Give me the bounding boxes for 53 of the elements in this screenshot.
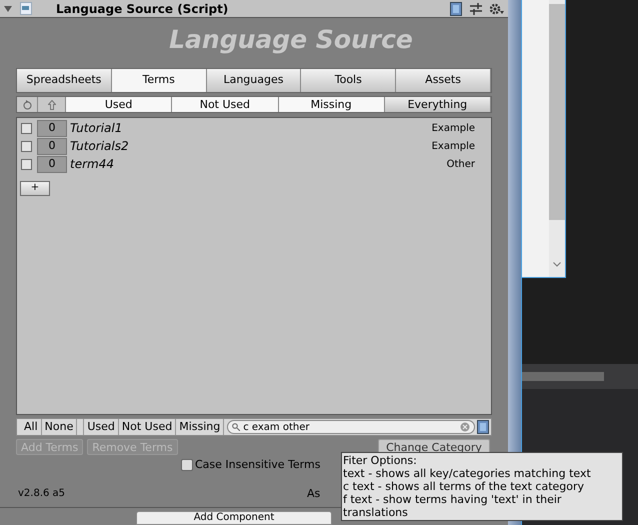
filter-toggle[interactable]: Used (66, 97, 172, 112)
usage-count[interactable]: 0 (37, 156, 67, 172)
filter-toggle[interactable]: Missing (278, 97, 385, 112)
term-category: Example (432, 140, 475, 154)
help-book-icon[interactable] (450, 2, 462, 16)
tab[interactable]: Spreadsheets (17, 69, 112, 92)
tab[interactable]: Languages (206, 69, 302, 92)
refresh-icon (22, 100, 32, 110)
tooltip-line: c text - shows all terms of the text category (343, 480, 586, 493)
term-category: Example (432, 122, 475, 136)
select-filter-button[interactable]: All (21, 419, 42, 435)
component-header[interactable]: Language Source (Script) (0, 0, 508, 18)
scrollbar[interactable] (549, 0, 565, 277)
add-component-button[interactable]: Add Component (136, 511, 332, 525)
term-name[interactable]: Tutorial1 (70, 119, 122, 137)
clear-icon[interactable] (460, 422, 470, 432)
settings-icon[interactable] (490, 2, 504, 14)
filter-toggle[interactable]: Not Used (172, 97, 278, 112)
checkbox-label: Case Insensitive Terms (195, 457, 320, 473)
search-value: c exam other (243, 420, 310, 434)
add-row-button[interactable]: + (20, 180, 50, 196)
term-checkbox[interactable] (21, 140, 32, 152)
header-title: Language Source (168, 24, 413, 56)
footer-text: As (307, 486, 320, 502)
filter-toggle[interactable]: Everything (384, 97, 491, 112)
component-title: Language Source (Script) (56, 0, 228, 18)
term-checkbox[interactable] (21, 122, 32, 134)
usage-count[interactable]: 0 (37, 120, 67, 136)
term-checkbox[interactable] (21, 158, 32, 170)
select-filter-button[interactable]: Missing (176, 419, 224, 435)
search-icon (232, 423, 240, 431)
select-filter-button[interactable]: Used (83, 419, 119, 435)
help-book-icon[interactable] (477, 420, 489, 434)
term-name[interactable]: term44 (70, 155, 114, 173)
checkbox[interactable] (181, 459, 193, 472)
version-label: v2.8.6 a5 (18, 487, 66, 502)
tooltip-line: text - shows all key/categories matching text (343, 467, 592, 480)
tab[interactable]: Assets (396, 69, 491, 92)
select-filter-button[interactable]: None (42, 419, 78, 435)
tab[interactable]: Terms (112, 69, 207, 92)
sliders-icon[interactable] (470, 2, 482, 14)
search-field[interactable]: c exam other (227, 420, 475, 434)
term-name[interactable]: Tutorials2 (70, 137, 129, 155)
foldout-arrow-icon[interactable] (4, 4, 12, 12)
select-filter-button[interactable]: Not Used (118, 419, 176, 435)
tab[interactable]: Tools (301, 69, 396, 92)
term-category: Other (446, 158, 475, 172)
tooltip-line: f text - show terms having 'text' in their translations (343, 493, 562, 519)
tooltip-line: Fiter Options: (343, 454, 418, 467)
usage-count[interactable]: 0 (37, 138, 67, 154)
chevron-down-icon[interactable] (553, 262, 561, 267)
up-arrow-icon (48, 100, 56, 110)
script-icon (20, 2, 32, 15)
